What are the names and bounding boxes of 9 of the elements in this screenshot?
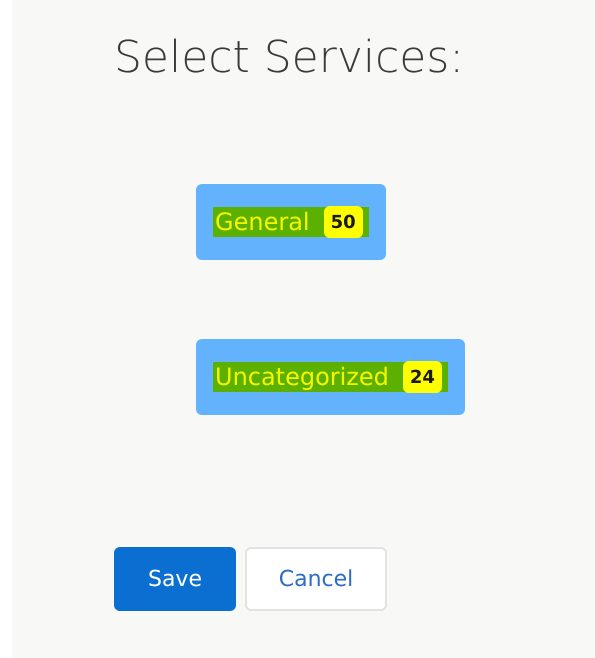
service-button[interactable]: Uncategorized 24: [196, 339, 465, 415]
service-button[interactable]: General 50: [196, 184, 386, 260]
page-title: Select Services:: [114, 31, 466, 85]
cancel-button[interactable]: Cancel: [245, 547, 387, 611]
save-button[interactable]: Save: [114, 547, 236, 611]
count-badge: 50: [324, 206, 363, 238]
count-badge: 24: [402, 361, 442, 393]
service-label: General: [215, 210, 310, 234]
service-label: Uncategorized: [215, 365, 389, 389]
